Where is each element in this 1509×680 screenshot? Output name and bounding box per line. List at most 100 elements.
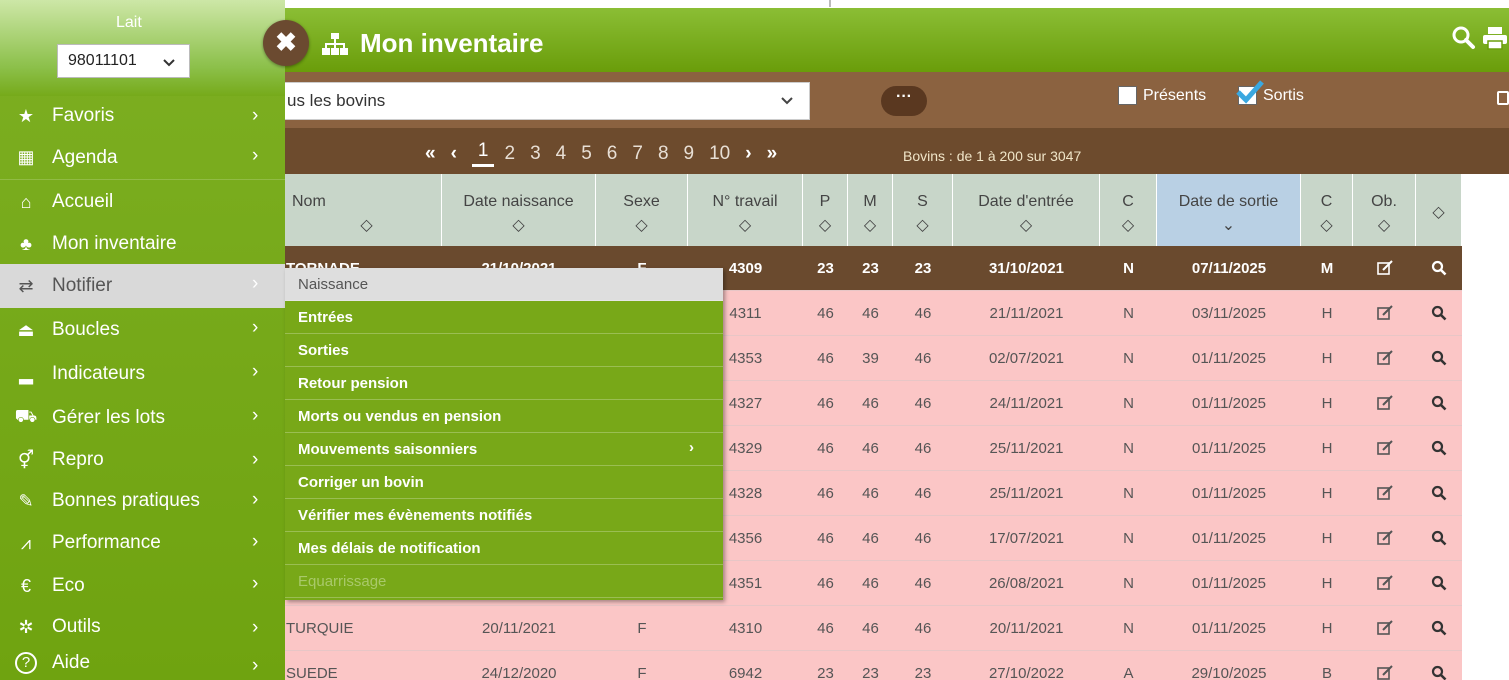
search-icon[interactable] bbox=[1416, 381, 1462, 425]
sidebar-item-aide[interactable]: ? Aide › bbox=[0, 646, 285, 680]
star-icon: ★ bbox=[17, 105, 35, 126]
edit-note-icon[interactable] bbox=[1353, 651, 1416, 680]
table-cell: 46 bbox=[817, 439, 834, 457]
submenu-item-naissance[interactable]: Naissance bbox=[285, 268, 723, 301]
sidebar-item-favoris[interactable]: ★ Favoris › bbox=[0, 96, 285, 136]
page-link-2[interactable]: 2 bbox=[504, 143, 515, 165]
col-header-c-entree[interactable]: C ◇ bbox=[1100, 174, 1157, 246]
sidebar-item-performance[interactable]: ⩘ Performance › bbox=[0, 522, 285, 564]
col-header-m[interactable]: M ◇ bbox=[848, 174, 893, 246]
col-header-actions[interactable]: ◇ bbox=[1416, 174, 1462, 246]
animal-filter-select[interactable]: us les bovins bbox=[270, 82, 810, 120]
col-header-date-sortie[interactable]: Date de sortie ⌄ bbox=[1157, 174, 1301, 246]
search-icon[interactable] bbox=[1416, 291, 1462, 335]
prev-page-button[interactable]: ‹ bbox=[451, 143, 457, 165]
sidebar-item-repro[interactable]: ⚥ Repro › bbox=[0, 440, 285, 480]
table-cell: 46 bbox=[817, 304, 834, 322]
search-icon[interactable] bbox=[1416, 471, 1462, 515]
edit-note-icon[interactable] bbox=[1353, 516, 1416, 560]
submenu-item-label: Sorties bbox=[298, 341, 349, 359]
presents-checkbox[interactable]: Présents bbox=[1118, 86, 1206, 105]
page-link-9[interactable]: 9 bbox=[684, 143, 695, 165]
search-icon[interactable] bbox=[1416, 336, 1462, 380]
sitemap-icon: ♣ bbox=[20, 233, 32, 254]
submenu-item-mes-delais-de-notification[interactable]: Mes délais de notification bbox=[285, 532, 723, 565]
more-options-button[interactable]: ··· bbox=[881, 86, 927, 116]
table-cell: 46 bbox=[914, 304, 932, 322]
search-icon[interactable] bbox=[1416, 426, 1462, 470]
edit-note-icon[interactable] bbox=[1353, 381, 1416, 425]
edit-note-icon[interactable] bbox=[1353, 291, 1416, 335]
edit-note-icon[interactable] bbox=[1353, 246, 1416, 290]
sidebar-item-label: Eco bbox=[52, 575, 85, 596]
edit-note-icon[interactable] bbox=[1353, 606, 1416, 650]
sidebar-item-outils[interactable]: ✲ Outils › bbox=[0, 608, 285, 646]
table-cell: 20/11/2021 bbox=[482, 619, 556, 637]
col-header-sexe[interactable]: Sexe ◇ bbox=[596, 174, 688, 246]
page-link-5[interactable]: 5 bbox=[581, 143, 592, 165]
col-header-numero-travail[interactable]: N° travail ◇ bbox=[688, 174, 803, 246]
page-link-7[interactable]: 7 bbox=[632, 143, 643, 165]
next-page-button[interactable]: › bbox=[745, 143, 751, 165]
search-icon[interactable] bbox=[1416, 516, 1462, 560]
col-header-date-entree[interactable]: Date d'entrée ◇ bbox=[953, 174, 1100, 246]
submenu-item-verifier-mes-evenements-notifies[interactable]: Vérifier mes évènements notifiés bbox=[285, 499, 723, 532]
search-icon[interactable] bbox=[1416, 246, 1462, 290]
submenu-item-entrees[interactable]: Entrées bbox=[285, 301, 723, 334]
col-header-observation[interactable]: Ob. ◇ bbox=[1353, 174, 1416, 246]
herd-number-select[interactable]: 98011101 bbox=[57, 44, 190, 78]
submenu-item-corriger-un-bovin[interactable]: Corriger un bovin bbox=[285, 466, 723, 499]
col-header-date-naissance[interactable]: Date naissance ◇ bbox=[442, 174, 596, 246]
search-icon[interactable] bbox=[1452, 26, 1476, 50]
first-page-button[interactable]: « bbox=[425, 143, 436, 165]
sidebar-item-mon-inventaire[interactable]: ♣ Mon inventaire bbox=[0, 224, 285, 264]
export-icon[interactable] bbox=[1497, 91, 1509, 105]
page-link-3[interactable]: 3 bbox=[530, 143, 541, 165]
sidebar-item-bonnes-pratiques[interactable]: ✎ Bonnes pratiques › bbox=[0, 480, 285, 522]
sort-icon: ◇ bbox=[1320, 217, 1333, 234]
close-menu-button[interactable]: ✖ bbox=[263, 20, 309, 66]
sidebar-item-boucles[interactable]: ⏏ Boucles › bbox=[0, 308, 285, 352]
sidebar-item-notifier[interactable]: ⇄ Notifier › bbox=[0, 264, 285, 308]
presents-checkbox-box[interactable] bbox=[1118, 86, 1137, 105]
sidebar-item-label: Boucles bbox=[52, 319, 120, 340]
page-link-4[interactable]: 4 bbox=[556, 143, 567, 165]
sortis-checkbox[interactable]: Sortis bbox=[1236, 80, 1304, 105]
col-header-c-sortie[interactable]: C ◇ bbox=[1301, 174, 1353, 246]
table-cell: H bbox=[1321, 394, 1333, 412]
edit-note-icon[interactable] bbox=[1353, 336, 1416, 380]
col-header-p[interactable]: P ◇ bbox=[803, 174, 848, 246]
page-link-6[interactable]: 6 bbox=[607, 143, 618, 165]
print-icon[interactable] bbox=[1482, 26, 1508, 50]
page-link-1[interactable]: 1 bbox=[471, 140, 495, 167]
herd-number-value: 98011101 bbox=[68, 52, 137, 69]
chevron-right-icon: › bbox=[252, 405, 259, 426]
submenu-item-retour-pension[interactable]: Retour pension bbox=[285, 367, 723, 400]
search-icon[interactable] bbox=[1416, 561, 1462, 605]
sortis-checkbox-box[interactable] bbox=[1236, 80, 1264, 105]
page-link-8[interactable]: 8 bbox=[658, 143, 669, 165]
sidebar-item-indicateurs[interactable]: ▂ Indicateurs › bbox=[0, 352, 285, 396]
edit-note-icon[interactable] bbox=[1353, 471, 1416, 515]
table-cell: F bbox=[637, 664, 647, 680]
submenu-item-sorties[interactable]: Sorties bbox=[285, 334, 723, 367]
last-page-button[interactable]: » bbox=[767, 143, 778, 165]
table-cell: 23 bbox=[914, 259, 932, 277]
sidebar-item-accueil[interactable]: ⌂ Accueil bbox=[0, 180, 285, 224]
search-icon[interactable] bbox=[1416, 606, 1462, 650]
search-icon[interactable] bbox=[1416, 651, 1462, 680]
sidebar-item-eco[interactable]: € Eco › bbox=[0, 564, 285, 608]
sidebar-item-agenda[interactable]: ▦ Agenda › bbox=[0, 136, 285, 180]
submenu-item-morts-ou-vendus-en-pension[interactable]: Morts ou vendus en pension bbox=[285, 400, 723, 433]
edit-note-icon[interactable] bbox=[1353, 561, 1416, 605]
submenu-item-mouvements-saisonniers[interactable]: Mouvements saisonniers › bbox=[285, 433, 723, 466]
table-row[interactable]: TURQUIE 20/11/2021 F 4310 46 46 46 20/11/2021 N 0… bbox=[270, 606, 1462, 651]
edit-note-icon[interactable] bbox=[1353, 426, 1416, 470]
help-icon: ? bbox=[15, 652, 37, 674]
col-header-s[interactable]: S ◇ bbox=[893, 174, 953, 246]
table-row[interactable]: SUEDE 24/12/2020 F 6942 23 23 23 27/10/2022 A 29/… bbox=[270, 651, 1462, 680]
sidebar-item-g-rer-les-lots[interactable]: ⛟ Gérer les lots › bbox=[0, 396, 285, 440]
table-cell: 46 bbox=[862, 394, 879, 412]
col-header-nom[interactable]: Nom ◇ bbox=[270, 174, 442, 246]
page-link-10[interactable]: 10 bbox=[709, 143, 730, 165]
